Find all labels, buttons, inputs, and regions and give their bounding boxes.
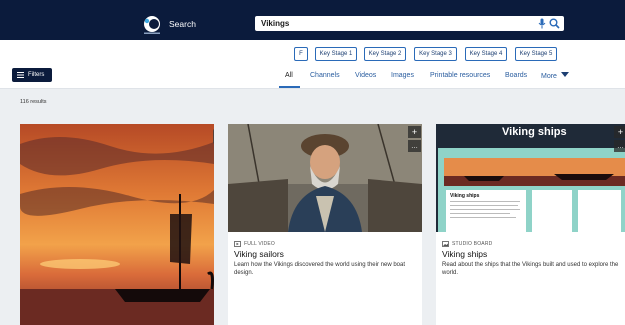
tab-channels[interactable]: Channels — [310, 72, 340, 79]
viking-ship-sunset-image — [20, 124, 214, 325]
search-icon[interactable] — [549, 18, 560, 29]
video-icon — [234, 241, 241, 247]
menu-icon — [17, 72, 24, 78]
tab-more-label: More — [541, 73, 557, 80]
add-button[interactable]: + — [408, 126, 421, 138]
result-card-video[interactable]: + … FULL VIDEO Viking sailors Learn how … — [228, 124, 422, 325]
tab-images[interactable]: Images — [391, 72, 414, 79]
search-box[interactable] — [255, 16, 564, 31]
tab-printable-resources[interactable]: Printable resources — [430, 72, 490, 79]
key-stage-5-chip[interactable]: Key Stage 5 — [515, 47, 557, 61]
thumbnail-image-panel — [578, 190, 621, 232]
tab-boards[interactable]: Boards — [505, 72, 527, 79]
board-icon — [442, 241, 449, 247]
filters-label: Filters — [28, 72, 45, 78]
tab-all[interactable]: All — [285, 72, 293, 79]
top-navbar: Search — [0, 0, 625, 40]
card-title[interactable]: Viking ships — [442, 249, 487, 259]
results-count: 116 results — [20, 99, 47, 105]
card-description: Read about the ships that the Vikings bu… — [442, 262, 619, 276]
result-card-image[interactable]: i — [20, 124, 214, 325]
badge-label: STUDIO BOARD — [452, 241, 493, 247]
search-input[interactable] — [261, 17, 521, 30]
tab-videos[interactable]: Videos — [355, 72, 376, 79]
thumbnail-text-panel: Viking ships — [446, 190, 526, 232]
card-title[interactable]: Viking sailors — [234, 249, 284, 259]
card-description: Learn how the Vikings discovered the wor… — [234, 262, 405, 276]
search-label: Search — [169, 19, 196, 29]
thumbnail-subheading: Viking ships — [450, 193, 480, 199]
key-stage-3-chip[interactable]: Key Stage 3 — [414, 47, 457, 61]
studio-board-thumbnail: Viking ships Viking ships — [436, 124, 625, 232]
filters-button[interactable]: Filters — [12, 68, 52, 82]
viking-sailor-video-thumbnail — [228, 124, 422, 232]
thumbnail-heading: Viking ships — [502, 126, 567, 138]
filter-bar: F Key Stage 1 Key Stage 2 Key Stage 3 Ke… — [0, 40, 625, 89]
add-button[interactable]: + — [614, 126, 625, 138]
result-card-board[interactable]: Viking ships Viking ships + … STUDIO BOA… — [436, 124, 625, 325]
thumbnail-board-area: Viking ships — [438, 148, 625, 232]
thumbnail-sunset-image — [444, 158, 625, 186]
tab-more[interactable]: More — [541, 72, 569, 80]
mic-icon[interactable] — [538, 18, 546, 29]
key-stage-2-chip[interactable]: Key Stage 2 — [364, 47, 406, 61]
info-button[interactable]: i — [213, 129, 214, 144]
badge-label: FULL VIDEO — [244, 241, 275, 247]
key-stage-4-chip[interactable]: Key Stage 4 — [465, 47, 507, 61]
more-options-button[interactable]: … — [614, 140, 625, 152]
discovery-education-logo[interactable] — [141, 15, 163, 35]
thumbnail-image-panel — [532, 190, 572, 232]
key-stage-1-chip[interactable]: Key Stage 1 — [315, 47, 357, 61]
more-options-button[interactable]: … — [408, 140, 421, 152]
chevron-down-icon — [560, 72, 569, 77]
key-stage-f-chip[interactable]: F — [294, 47, 308, 61]
active-tab-indicator — [279, 86, 300, 88]
content-type-badge: FULL VIDEO — [234, 241, 275, 247]
content-type-badge: STUDIO BOARD — [442, 241, 492, 247]
